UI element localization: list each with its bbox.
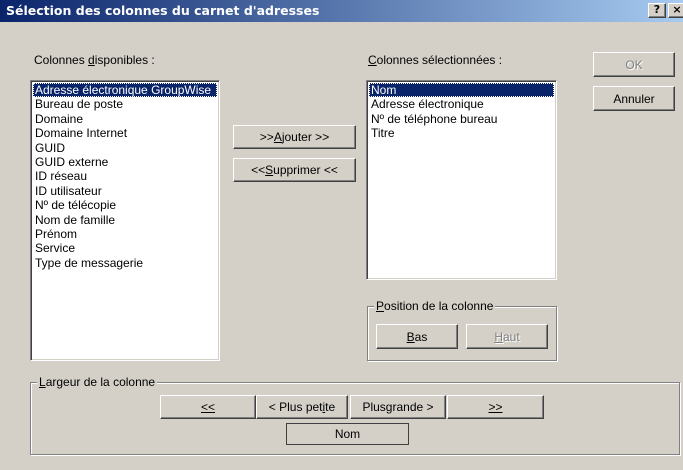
available-column-item[interactable]: GUID — [33, 141, 217, 155]
move-down-button[interactable]: Bas — [376, 324, 458, 349]
selected-columns-label: Colonnes sélectionnées : — [368, 53, 503, 67]
available-column-item[interactable]: ID utilisateur — [33, 184, 217, 198]
available-column-item[interactable]: ID réseau — [33, 169, 217, 183]
available-column-item[interactable]: GUID externe — [33, 155, 217, 169]
add-button[interactable]: >> Ajouter >> — [233, 125, 356, 149]
available-column-item[interactable]: Bureau de poste — [33, 97, 217, 111]
selected-column-item[interactable]: Adresse électronique — [369, 97, 554, 111]
help-button[interactable]: ? — [648, 3, 666, 18]
column-position-legend: Position de la colonne — [374, 299, 496, 313]
available-column-item[interactable]: Nº de télécopie — [33, 198, 217, 212]
dialog-window: Sélection des colonnes du carnet d'adres… — [0, 0, 683, 470]
close-icon: × — [672, 3, 682, 16]
available-column-item[interactable]: Nom de famille — [33, 213, 217, 227]
ok-button[interactable]: OK — [593, 52, 675, 77]
selected-columns-list[interactable]: Nom Adresse électronique Nº de téléphone b… — [366, 80, 557, 280]
larger-width-button[interactable]: Plus g rande > — [350, 395, 446, 419]
available-column-item[interactable]: Domaine — [33, 112, 217, 126]
available-column-item[interactable]: Domaine Internet — [33, 126, 217, 140]
available-column-item[interactable]: Adresse électronique GroupWise — [33, 83, 217, 98]
selected-column-item[interactable]: Nom — [369, 83, 554, 98]
column-width-legend: Largeur de la colonne — [37, 375, 158, 389]
move-up-button[interactable]: Haut — [466, 324, 548, 349]
cancel-button[interactable]: Annuler — [593, 86, 675, 111]
remove-button[interactable]: << Supprimer << — [233, 158, 356, 182]
smaller-width-button[interactable]: < Plus pet i te — [256, 395, 348, 419]
close-button[interactable]: × — [668, 3, 683, 18]
available-columns-list[interactable]: Adresse électronique GroupWise Bureau de … — [30, 80, 220, 361]
available-column-item[interactable]: Service — [33, 241, 217, 255]
min-width-button[interactable]: << — [160, 395, 256, 419]
selected-column-item[interactable]: Titre — [369, 126, 554, 140]
dialog-title: Sélection des colonnes du carnet d'adres… — [6, 3, 320, 18]
available-column-item[interactable]: Type de messagerie — [33, 256, 217, 270]
selected-column-item[interactable]: Nº de téléphone bureau — [369, 112, 554, 126]
max-width-button[interactable]: >> — [447, 395, 544, 419]
available-columns-label: Colonnes disponibles : — [34, 53, 155, 67]
current-column-name: Nom — [286, 423, 409, 445]
available-column-item[interactable]: Prénom — [33, 227, 217, 241]
title-bar[interactable]: Sélection des colonnes du carnet d'adres… — [0, 0, 683, 22]
